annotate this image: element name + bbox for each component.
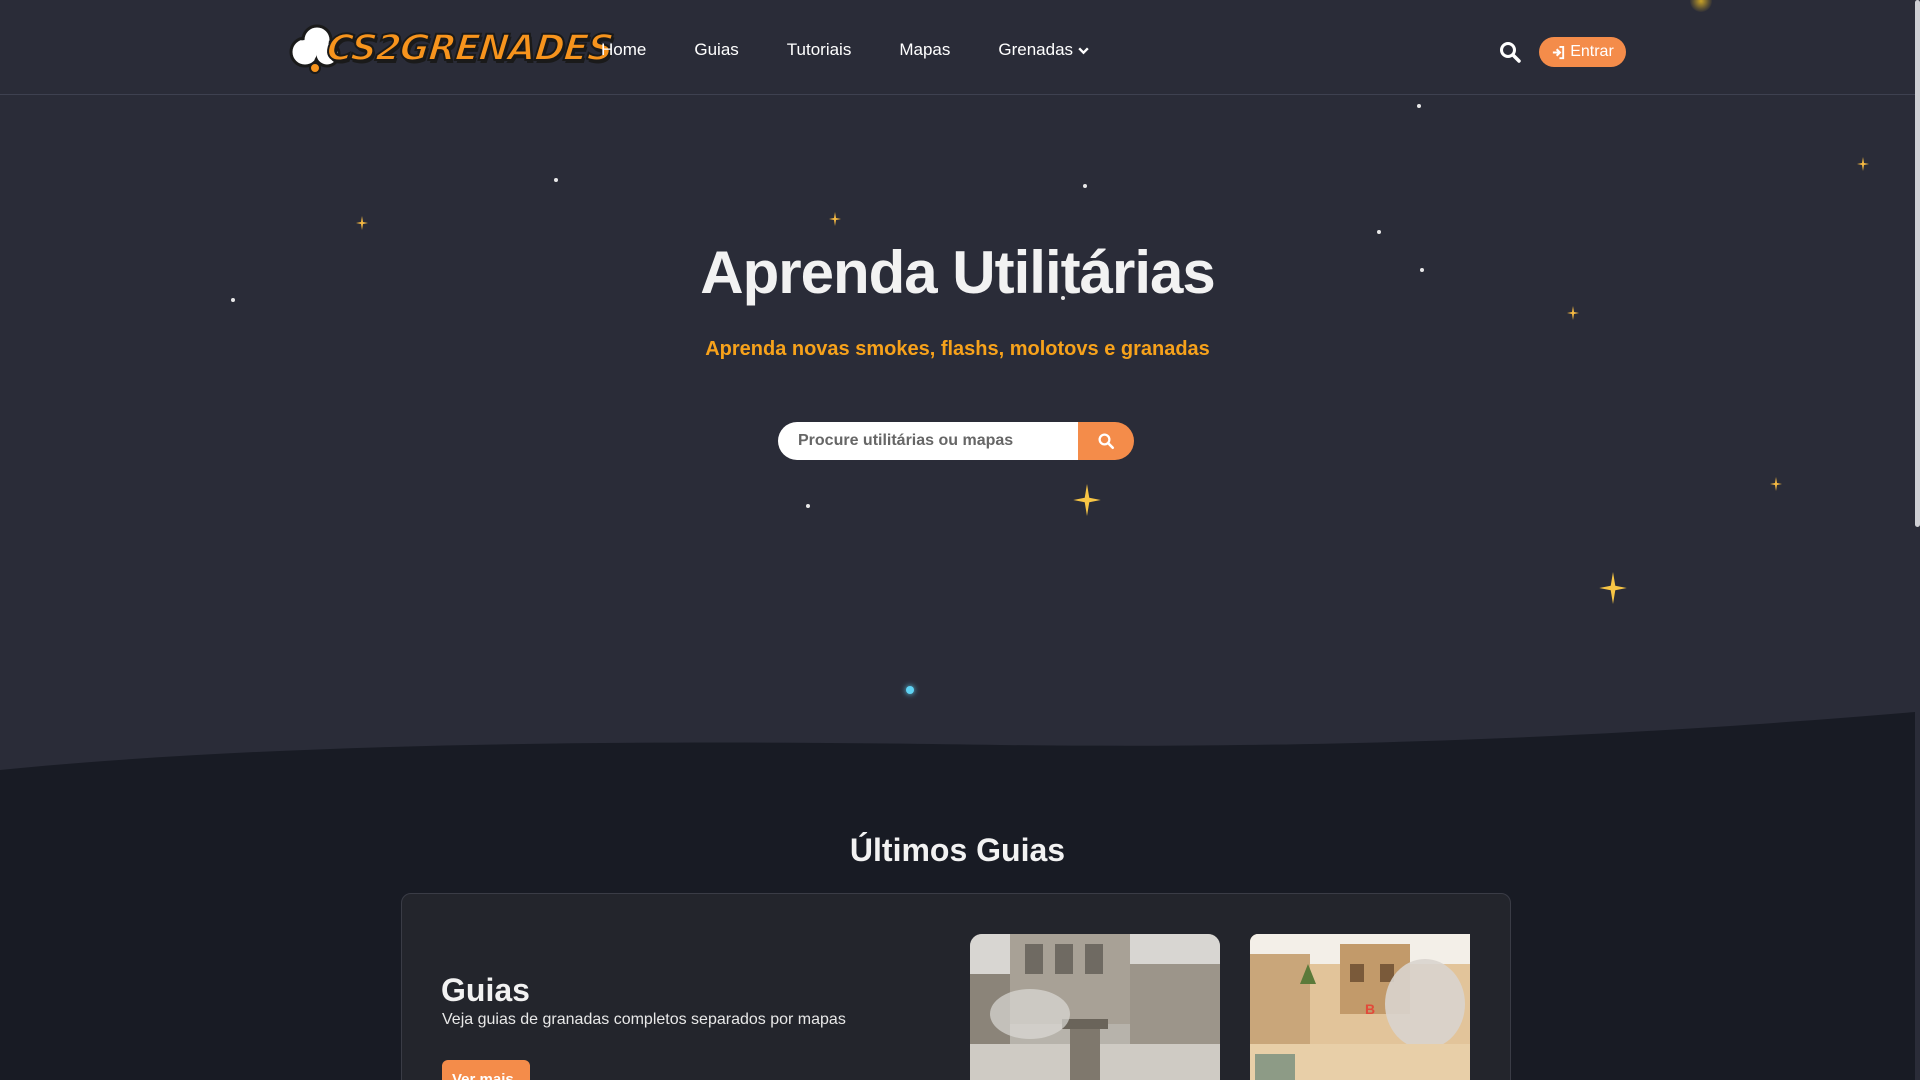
- chevron-down-icon: [1078, 46, 1089, 54]
- nav-grenadas[interactable]: Grenadas: [998, 40, 1090, 60]
- login-label: Entrar: [1570, 43, 1614, 60]
- star-dot: [1377, 230, 1381, 234]
- search-input[interactable]: [778, 422, 1078, 460]
- map-image: [970, 934, 1220, 1080]
- star-dot: [1083, 184, 1087, 188]
- star-dot: [1417, 104, 1421, 108]
- search-icon[interactable]: [1498, 40, 1522, 64]
- main-nav: Home Guias Tutoriais Mapas Grenadas: [601, 40, 1138, 60]
- sparkle-icon: [1599, 572, 1627, 604]
- svg-text:B: B: [1365, 1001, 1375, 1017]
- nav-grenadas-label: Grenadas: [998, 40, 1074, 59]
- map-thumbnail[interactable]: B: [1250, 934, 1470, 1080]
- hero-title: Aprenda Utilitárias: [700, 239, 1215, 306]
- search-submit-button[interactable]: [1078, 422, 1134, 460]
- logo-text: CS2GRENADES: [324, 27, 616, 70]
- nav-tutoriais[interactable]: Tutoriais: [787, 40, 852, 60]
- sign-in-icon: [1553, 45, 1565, 59]
- card-title: Guias: [441, 972, 530, 1008]
- sparkle-icon: [1770, 477, 1782, 491]
- scrollbar-thumb[interactable]: [1915, 0, 1920, 527]
- card-description: Veja guias de granadas completos separad…: [442, 1011, 846, 1028]
- nav-guias[interactable]: Guias: [694, 40, 738, 60]
- see-more-button[interactable]: Ver mais: [442, 1060, 530, 1080]
- site-header: CS2GRENADES Home Guias Tutoriais Mapas G…: [0, 0, 1915, 95]
- map-image: B: [1250, 934, 1470, 1080]
- map-thumbnail[interactable]: [970, 934, 1220, 1080]
- site-logo[interactable]: CS2GRENADES: [285, 18, 616, 80]
- hero-search: [778, 422, 1134, 460]
- sparkle-icon: [1073, 484, 1101, 516]
- nav-home[interactable]: Home: [601, 40, 646, 60]
- hero-subtitle: Aprenda novas smokes, flashs, molotovs e…: [705, 338, 1210, 360]
- sparkle-icon: [1567, 306, 1579, 320]
- star-dot: [554, 178, 558, 182]
- latest-guides-title: Últimos Guias: [849, 832, 1066, 868]
- sparkle-icon: [829, 212, 841, 226]
- login-button[interactable]: Entrar: [1539, 37, 1626, 67]
- sparkle-icon: [1857, 157, 1869, 171]
- search-icon: [1098, 433, 1115, 450]
- star-dot: [806, 504, 810, 508]
- nav-mapas[interactable]: Mapas: [899, 40, 950, 60]
- sparkle-icon: [356, 216, 368, 230]
- star-dot: [906, 686, 914, 694]
